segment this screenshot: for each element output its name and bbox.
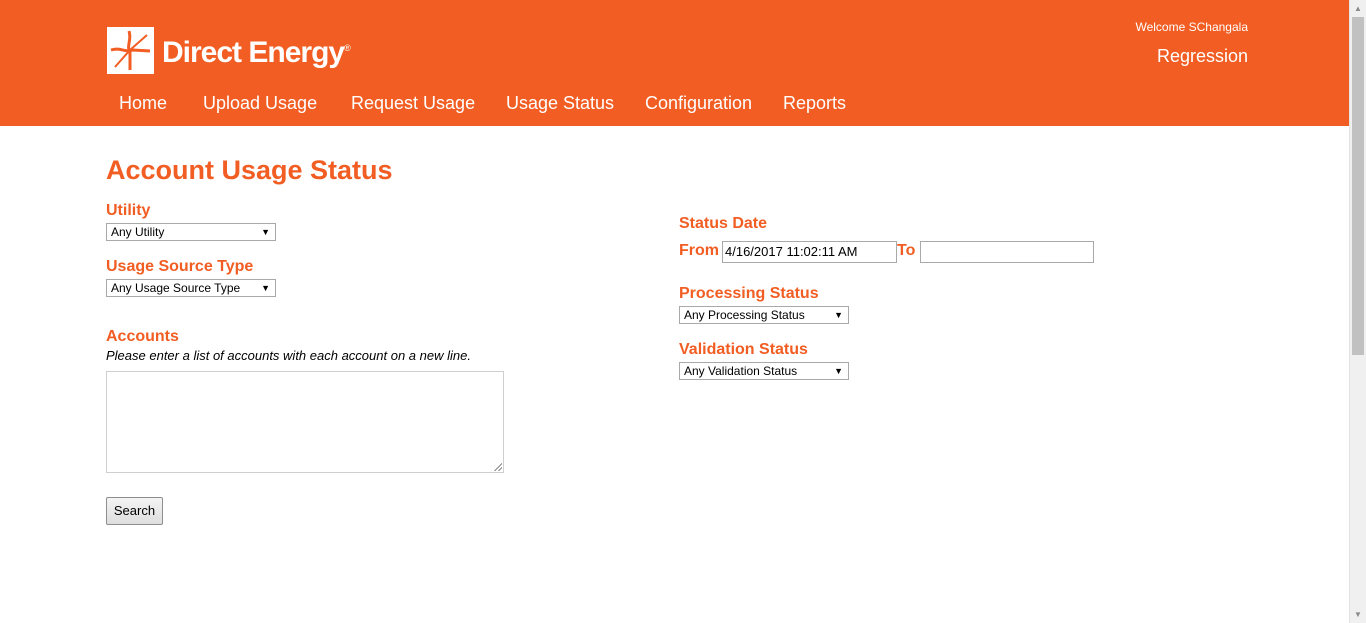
utility-select-value: Any Utility [111, 225, 165, 239]
header-bar: Direct Energy® Welcome SChangala Regress… [0, 0, 1349, 126]
direct-energy-logo-icon [107, 27, 154, 74]
page-title: Account Usage Status [106, 155, 393, 185]
accounts-textarea[interactable] [106, 371, 504, 473]
nav-configuration[interactable]: Configuration [645, 93, 752, 114]
logo-text: Direct Energy® [162, 36, 351, 69]
logo[interactable]: Direct Energy® [107, 25, 351, 76]
usage-source-type-select-value: Any Usage Source Type [111, 281, 241, 295]
dropdown-arrow-icon: ▼ [261, 283, 270, 293]
nav-request-usage[interactable]: Request Usage [351, 93, 475, 114]
processing-status-select-value: Any Processing Status [684, 308, 805, 322]
to-label: To [897, 242, 916, 259]
accounts-hint: Please enter a list of accounts with eac… [106, 348, 471, 363]
validation-status-select-value: Any Validation Status [684, 364, 798, 378]
from-label: From [679, 242, 719, 259]
search-button[interactable]: Search [106, 497, 163, 525]
accounts-label: Accounts [106, 328, 179, 345]
scroll-down-icon[interactable]: ▼ [1350, 606, 1366, 623]
dropdown-arrow-icon: ▼ [261, 227, 270, 237]
nav-upload-usage[interactable]: Upload Usage [203, 93, 317, 114]
validation-status-select[interactable]: Any Validation Status ▼ [679, 362, 849, 380]
utility-select[interactable]: Any Utility ▼ [106, 223, 276, 241]
nav-usage-status[interactable]: Usage Status [506, 93, 614, 114]
processing-status-label: Processing Status [679, 285, 819, 302]
nav-home[interactable]: Home [119, 93, 167, 114]
environment-name: Regression [1156, 46, 1248, 66]
status-date-label: Status Date [679, 215, 768, 232]
dropdown-arrow-icon: ▼ [834, 366, 843, 376]
dropdown-arrow-icon: ▼ [834, 310, 843, 320]
scrollbar-thumb[interactable] [1352, 17, 1364, 355]
from-date-input[interactable]: 4/16/2017 11:02:11 AM [722, 241, 897, 263]
validation-status-label: Validation Status [679, 341, 808, 358]
welcome-text: Welcome SChangala [1135, 20, 1248, 34]
resize-handle-icon[interactable] [494, 463, 502, 471]
scroll-up-icon[interactable]: ▲ [1350, 0, 1366, 17]
utility-label: Utility [106, 202, 151, 219]
vertical-scrollbar[interactable]: ▲ ▼ [1349, 0, 1366, 623]
to-date-input[interactable] [920, 241, 1094, 263]
usage-source-type-select[interactable]: Any Usage Source Type ▼ [106, 279, 276, 297]
processing-status-select[interactable]: Any Processing Status ▼ [679, 306, 849, 324]
nav-reports[interactable]: Reports [783, 93, 846, 114]
usage-source-type-label: Usage Source Type [106, 258, 254, 275]
